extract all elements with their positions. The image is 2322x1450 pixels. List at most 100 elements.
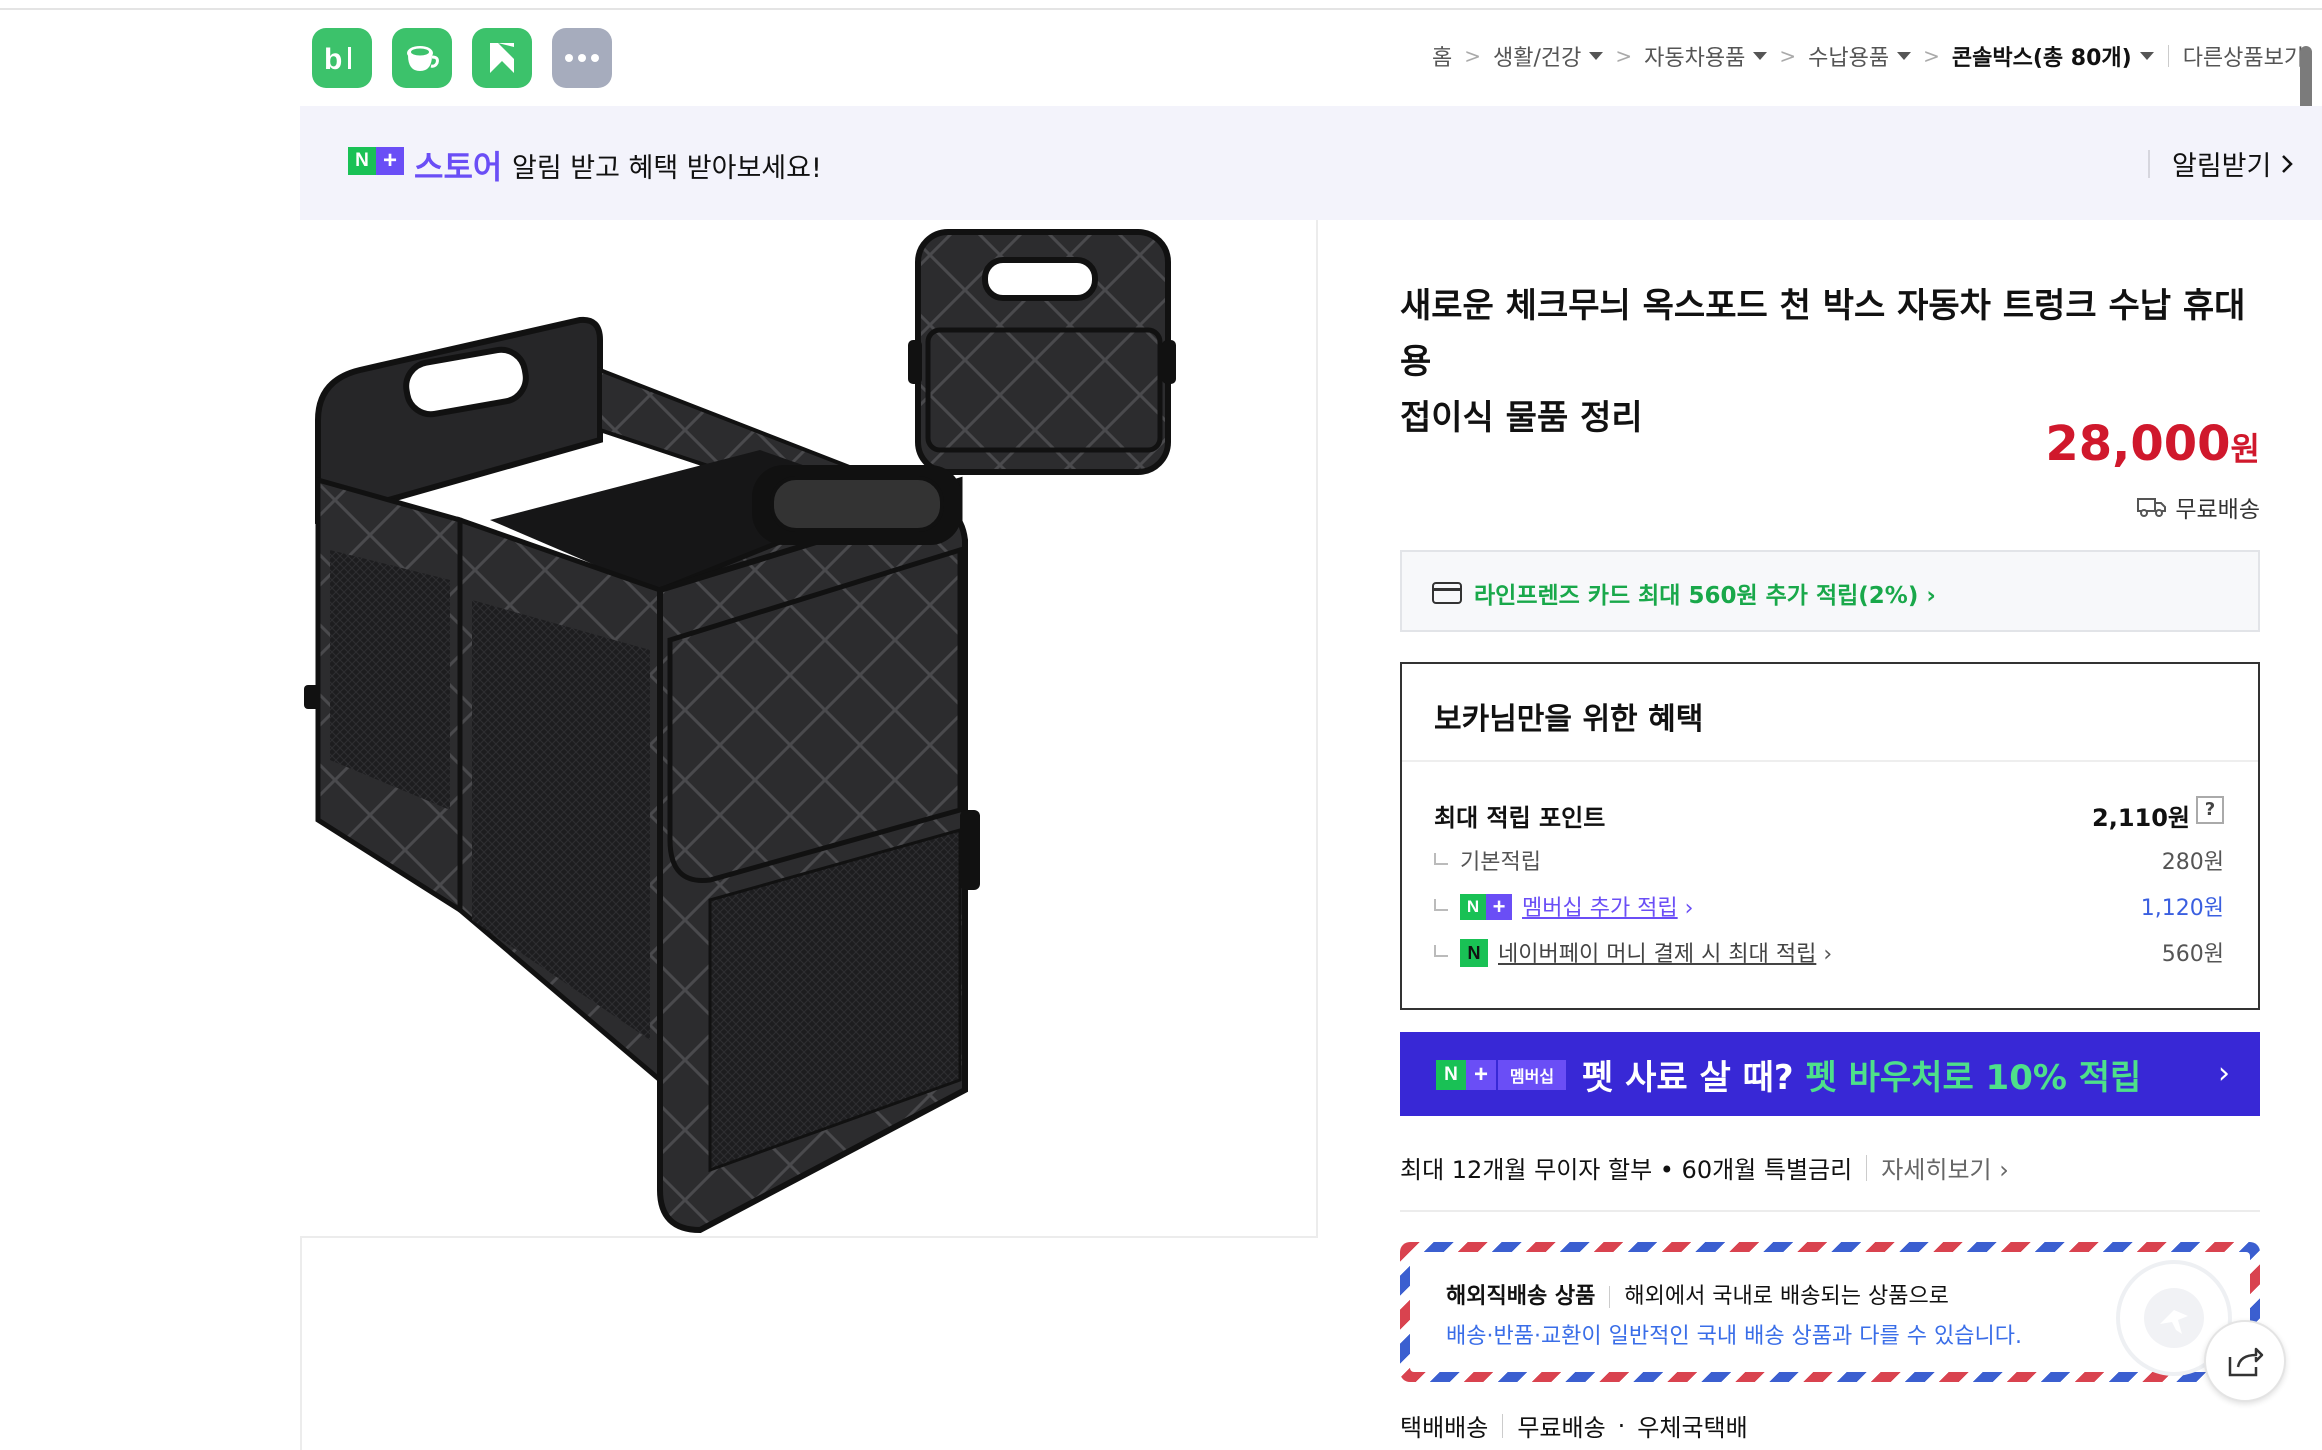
notify-button-label: 알림받기 (2172, 151, 2272, 182)
card-benefit-link[interactable]: 라인프렌즈 카드 최대 560원 추가 적립(2%) › (1400, 550, 2260, 632)
max-points-value: 2,110원 (2092, 804, 2190, 832)
price-currency: 원 (2230, 430, 2260, 468)
basic-points-value: 280원 (2161, 850, 2224, 875)
basic-points-text: 기본적립 (1460, 850, 1541, 875)
naver-n-icon: N (348, 147, 376, 175)
breadcrumb-item[interactable]: 수납용품 (1808, 40, 1889, 72)
dropdown-arrow-icon[interactable] (1753, 52, 1768, 60)
chevron-right-icon: › (2218, 1056, 2230, 1091)
membership-points-row: N + 멤버십 추가 적립 › 1,120원 (1434, 886, 2224, 922)
installment-text: 최대 12개월 무이자 할부 • 60개월 특별금리 (1400, 1156, 1853, 1184)
cafe-icon[interactable] (392, 28, 452, 88)
blog-icon[interactable]: b (312, 28, 372, 88)
folded-box (908, 229, 1176, 475)
divider (1400, 1210, 2260, 1212)
share-button[interactable] (2204, 1320, 2286, 1402)
tree-corner-icon (1434, 899, 1448, 911)
delivery-info: 택배배송 무료배송 · 우체국택배 (1400, 1408, 1748, 1443)
details-link-label: 자세히보기 (1881, 1156, 1992, 1184)
product-title-line: 새로운 체크무늬 옥스포드 천 박스 자동차 트렁크 수납 휴대용 (1400, 286, 2246, 382)
divider (1502, 1413, 1504, 1438)
basic-points-label: 기본적립 (1434, 844, 1541, 876)
promo-text-highlight: 펫 바우처로 10% 적립 (1805, 1058, 2142, 1098)
chevron-right-icon: › (1823, 942, 1833, 967)
promo-text: 펫 사료 살 때? 펫 바우처로 10% 적립 (1582, 1050, 2141, 1099)
truck-icon (2137, 498, 2167, 517)
divider (2167, 45, 2169, 67)
share-icon (2228, 1347, 2264, 1377)
pay-link[interactable]: 네이버페이 머니 결제 시 최대 적립 (1498, 942, 1816, 967)
store-notification-banner: N + 스토어 알림 받고 혜택 받아보세요! 알림받기 (300, 106, 2322, 220)
trunk-organizer-image (304, 229, 1176, 1234)
other-products-link[interactable]: 다른상품보기 (2183, 40, 2304, 72)
breadcrumb-current[interactable]: 콘솔박스(총 80개) (1952, 40, 2132, 72)
tree-corner-icon (1434, 853, 1448, 865)
shipping-label: 무료배송 (2175, 497, 2260, 523)
divider (1402, 760, 2258, 762)
basic-points-row: 기본적립 280원 (1434, 840, 2224, 876)
benefit-title: 보카님만을 위한 혜택 (1434, 702, 1704, 737)
tree-corner-icon (1434, 945, 1448, 957)
pay-points-value: 560원 (2161, 942, 2224, 967)
naver-plus-badge: N + (348, 147, 404, 175)
naver-plus-badge: N + (1460, 894, 1512, 920)
product-price: 28,000원 (2045, 416, 2260, 472)
divider (300, 1238, 302, 1450)
card-benefit-label: 라인프렌즈 카드 최대 560원 추가 적립(2%) (1474, 583, 1919, 609)
plus-icon: + (1466, 1060, 1496, 1090)
delivery-fee: 무료배송 (1517, 1414, 1606, 1442)
chevron-right-icon: › (1684, 896, 1694, 921)
membership-points-label[interactable]: N + 멤버십 추가 적립 › (1434, 890, 1693, 922)
notice-note: 배송·반품·교환이 일반적인 국내 배송 상품과 다를 수 있습니다. (1446, 1324, 2022, 1349)
naver-n-icon: N (1436, 1060, 1466, 1090)
overseas-shipping-notice: 해외직배송 상품 해외에서 국내로 배송되는 상품으로 배송·반품·교환이 일반적… (1400, 1242, 2260, 1382)
delivery-method: 택배배송 (1400, 1414, 1489, 1442)
breadcrumb-separator: > (1464, 44, 1482, 68)
details-link[interactable]: 자세히보기 › (1881, 1150, 2009, 1185)
breadcrumb-separator: > (1779, 44, 1797, 68)
more-icon[interactable] (552, 28, 612, 88)
divider (2148, 150, 2150, 178)
bookmark-icon[interactable] (472, 28, 532, 88)
breadcrumb-home[interactable]: 홈 (1432, 40, 1452, 72)
divider (1866, 1154, 1868, 1181)
notify-button[interactable]: 알림받기 (2172, 144, 2294, 183)
dot-separator: · (1617, 1411, 1626, 1440)
dropdown-arrow-icon[interactable] (2139, 52, 2154, 60)
membership-link[interactable]: 멤버십 추가 적립 (1522, 896, 1678, 921)
breadcrumb-item[interactable]: 생활/건강 (1493, 40, 1581, 72)
shipping-info: 무료배송 (2137, 490, 2260, 524)
dropdown-arrow-icon[interactable] (1589, 52, 1604, 60)
credit-card-icon (1432, 582, 1462, 604)
installment-info: 최대 12개월 무이자 할부 • 60개월 특별금리 자세히보기 › (1400, 1150, 2009, 1185)
breadcrumb-item[interactable]: 자동차용품 (1644, 40, 1745, 72)
app-shortcuts: b (312, 28, 612, 88)
dropdown-arrow-icon[interactable] (1897, 52, 1912, 60)
membership-promo-banner[interactable]: N + 멤버십 펫 사료 살 때? 펫 바우처로 10% 적립 › (1400, 1032, 2260, 1116)
open-box (304, 316, 980, 1234)
breadcrumb-separator: > (1615, 44, 1633, 68)
breadcrumb-separator: > (1923, 44, 1940, 68)
benefit-panel: 보카님만을 위한 혜택 최대 적립 포인트 2,110원 ? 기본적립 280원… (1400, 662, 2260, 1010)
divider (1609, 1286, 1611, 1308)
membership-tag: 멤버십 (1498, 1060, 1566, 1090)
naver-n-icon: N (1460, 894, 1486, 920)
delivery-carrier: 우체국택배 (1637, 1414, 1748, 1442)
product-image[interactable] (300, 220, 1318, 1238)
membership-badge: N + 멤버십 (1436, 1060, 1566, 1090)
price-value: 28,000 (2045, 416, 2231, 472)
help-icon[interactable]: ? (2196, 796, 2224, 824)
plus-icon: + (376, 147, 404, 175)
pay-points-row: N 네이버페이 머니 결제 시 최대 적립 › 560원 (1434, 932, 2224, 969)
card-benefit-text: 라인프렌즈 카드 최대 560원 추가 적립(2%) › (1474, 583, 1936, 609)
notice-line: 해외직배송 상품 해외에서 국내로 배송되는 상품으로 (1446, 1278, 1949, 1310)
breadcrumb: 홈 > 생활/건강 > 자동차용품 > 수납용품 > 콘솔박스(총 80개) 다… (1432, 40, 2304, 72)
pay-points-label[interactable]: N 네이버페이 머니 결제 시 최대 적립 › (1434, 936, 1832, 969)
banner-message: 알림 받고 혜택 받아보세요! (512, 153, 822, 184)
notice-desc: 해외에서 국내로 배송되는 상품으로 (1624, 1284, 1949, 1309)
notice-title: 해외직배송 상품 (1446, 1284, 1596, 1309)
promo-text-main: 펫 사료 살 때? (1582, 1058, 1806, 1098)
membership-points-value: 1,120원 (2140, 896, 2224, 921)
chevron-right-icon (2282, 154, 2294, 173)
naver-pay-icon: N (1460, 939, 1488, 967)
